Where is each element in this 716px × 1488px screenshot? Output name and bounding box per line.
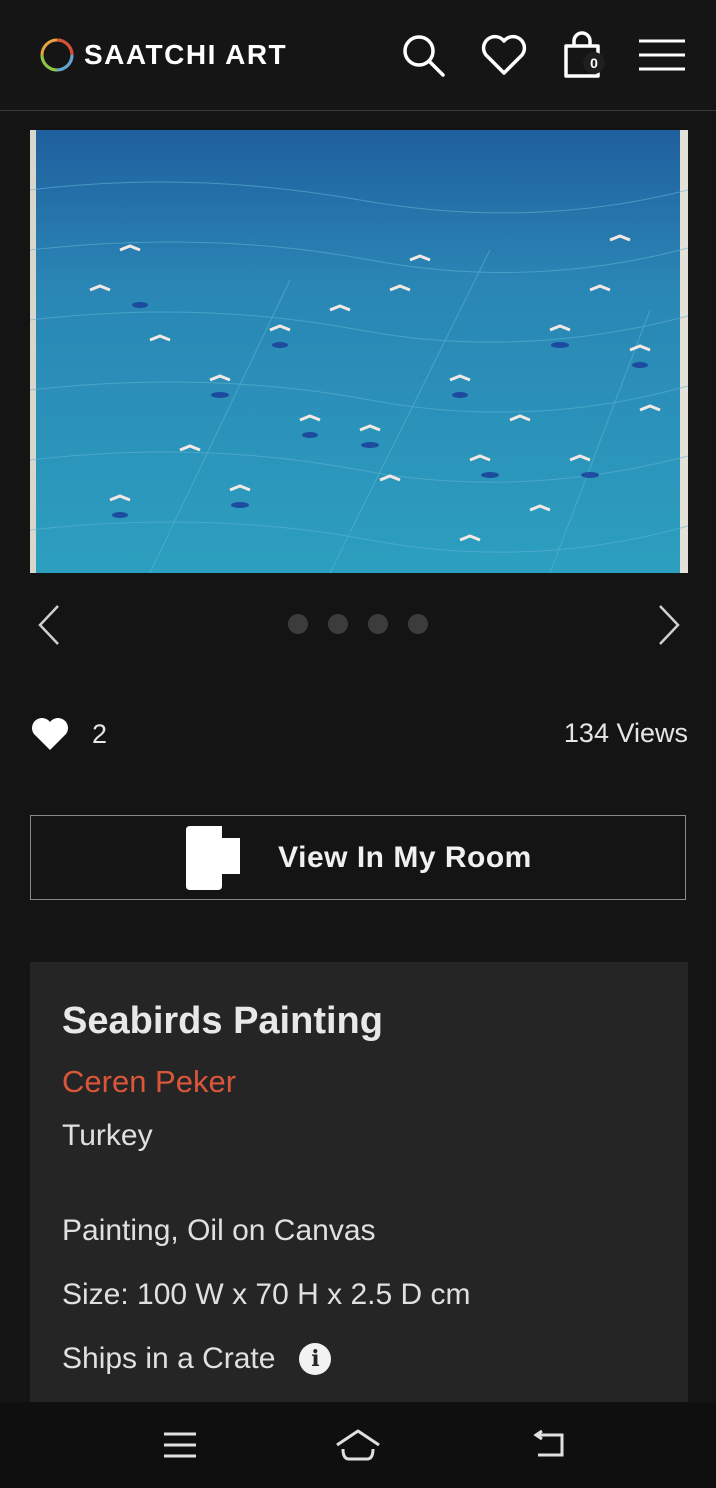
search-icon[interactable] (398, 30, 448, 80)
logo-ring-icon (40, 38, 74, 72)
shipping-info: Ships in a Crate i (62, 1342, 332, 1376)
artwork-title: Seabirds Painting (62, 1000, 383, 1042)
info-icon[interactable]: i (299, 1343, 332, 1375)
favorites-heart-icon[interactable] (479, 30, 529, 80)
recents-icon[interactable] (150, 1422, 210, 1468)
carousel-dots (288, 614, 428, 634)
carousel-next-arrow-icon[interactable] (648, 600, 688, 650)
artist-country: Turkey (62, 1119, 153, 1152)
home-icon[interactable] (328, 1422, 388, 1468)
artwork-medium: Painting, Oil on Canvas (62, 1214, 376, 1247)
artwork-image[interactable] (30, 130, 688, 573)
artwork-details-card: Seabirds Painting Ceren Peker Turkey Pai… (30, 962, 688, 1422)
back-icon[interactable] (518, 1422, 578, 1468)
saatchi-logo[interactable]: SAATCHI ART (38, 36, 287, 74)
artwork-size: Size: 100 W x 70 H x 2.5 D cm (62, 1278, 471, 1311)
like-button[interactable]: 2 (30, 716, 107, 752)
carousel-dot[interactable] (408, 614, 428, 634)
menu-icon[interactable] (637, 30, 687, 80)
room-preview-icon (186, 825, 241, 890)
top-header: SAATCHI ART 0 (0, 0, 716, 111)
view-in-my-room-label: View In My Room (278, 840, 532, 874)
carousel-dot[interactable] (328, 614, 348, 634)
seabirds-painting-image (30, 130, 688, 573)
shipping-label: Ships in a Crate (62, 1342, 276, 1375)
heart-filled-icon (32, 718, 68, 750)
cart-count-badge: 0 (583, 52, 605, 74)
like-count: 2 (92, 718, 108, 749)
view-count: 134 Views (563, 718, 688, 748)
artist-name-link[interactable]: Ceren Peker (62, 1064, 236, 1100)
system-nav-bar (0, 1402, 716, 1488)
view-in-my-room-button[interactable]: View In My Room (30, 815, 686, 900)
carousel-prev-arrow-icon[interactable] (30, 600, 70, 650)
carousel-dot[interactable] (288, 614, 308, 634)
shopping-bag-icon[interactable]: 0 (557, 30, 607, 80)
logo-text: SAATCHI ART (84, 39, 288, 70)
carousel-dot[interactable] (368, 614, 388, 634)
